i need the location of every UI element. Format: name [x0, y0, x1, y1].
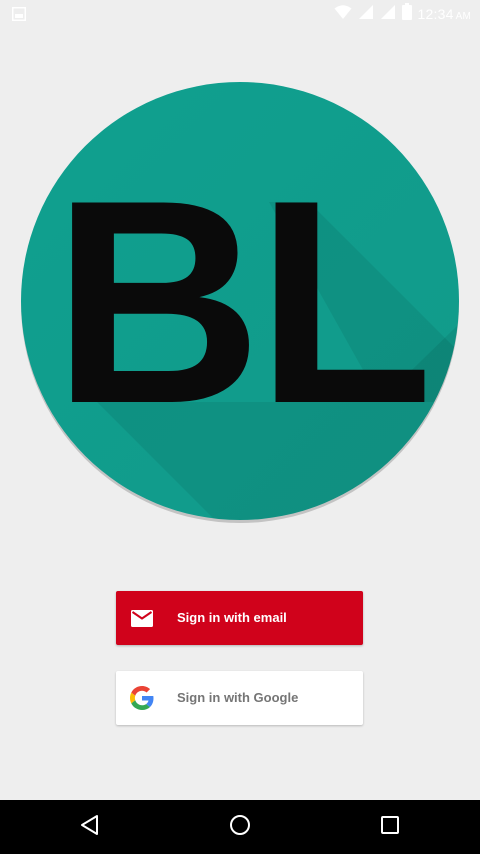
clock-time: 12:34	[417, 6, 454, 22]
mail-icon	[130, 606, 154, 630]
clock: 12:34 AM	[418, 6, 471, 22]
google-g-icon	[130, 686, 154, 710]
logo-text: BL	[53, 140, 429, 464]
navigation-bar	[0, 800, 480, 854]
home-icon	[229, 814, 251, 841]
signal-icon	[358, 4, 374, 25]
sign-in-email-label: Sign in with email	[177, 610, 287, 625]
recents-button[interactable]	[350, 800, 430, 854]
back-button[interactable]	[50, 800, 130, 854]
clock-ampm: AM	[455, 11, 471, 22]
battery-icon	[401, 3, 412, 25]
sign-in-google-button[interactable]: Sign in with Google	[116, 671, 363, 725]
back-icon	[80, 814, 100, 841]
home-button[interactable]	[200, 800, 280, 854]
status-icons: 12:34 AM	[334, 3, 471, 25]
sign-in-google-label: Sign in with Google	[177, 690, 299, 705]
image-notification-icon	[12, 7, 26, 21]
wifi-icon	[334, 4, 352, 25]
signal-icon	[380, 4, 396, 25]
sign-in-email-button[interactable]: Sign in with email	[116, 591, 363, 645]
recents-icon	[380, 815, 400, 840]
status-bar: 12:34 AM	[0, 0, 480, 28]
app-logo: BL	[19, 82, 461, 524]
